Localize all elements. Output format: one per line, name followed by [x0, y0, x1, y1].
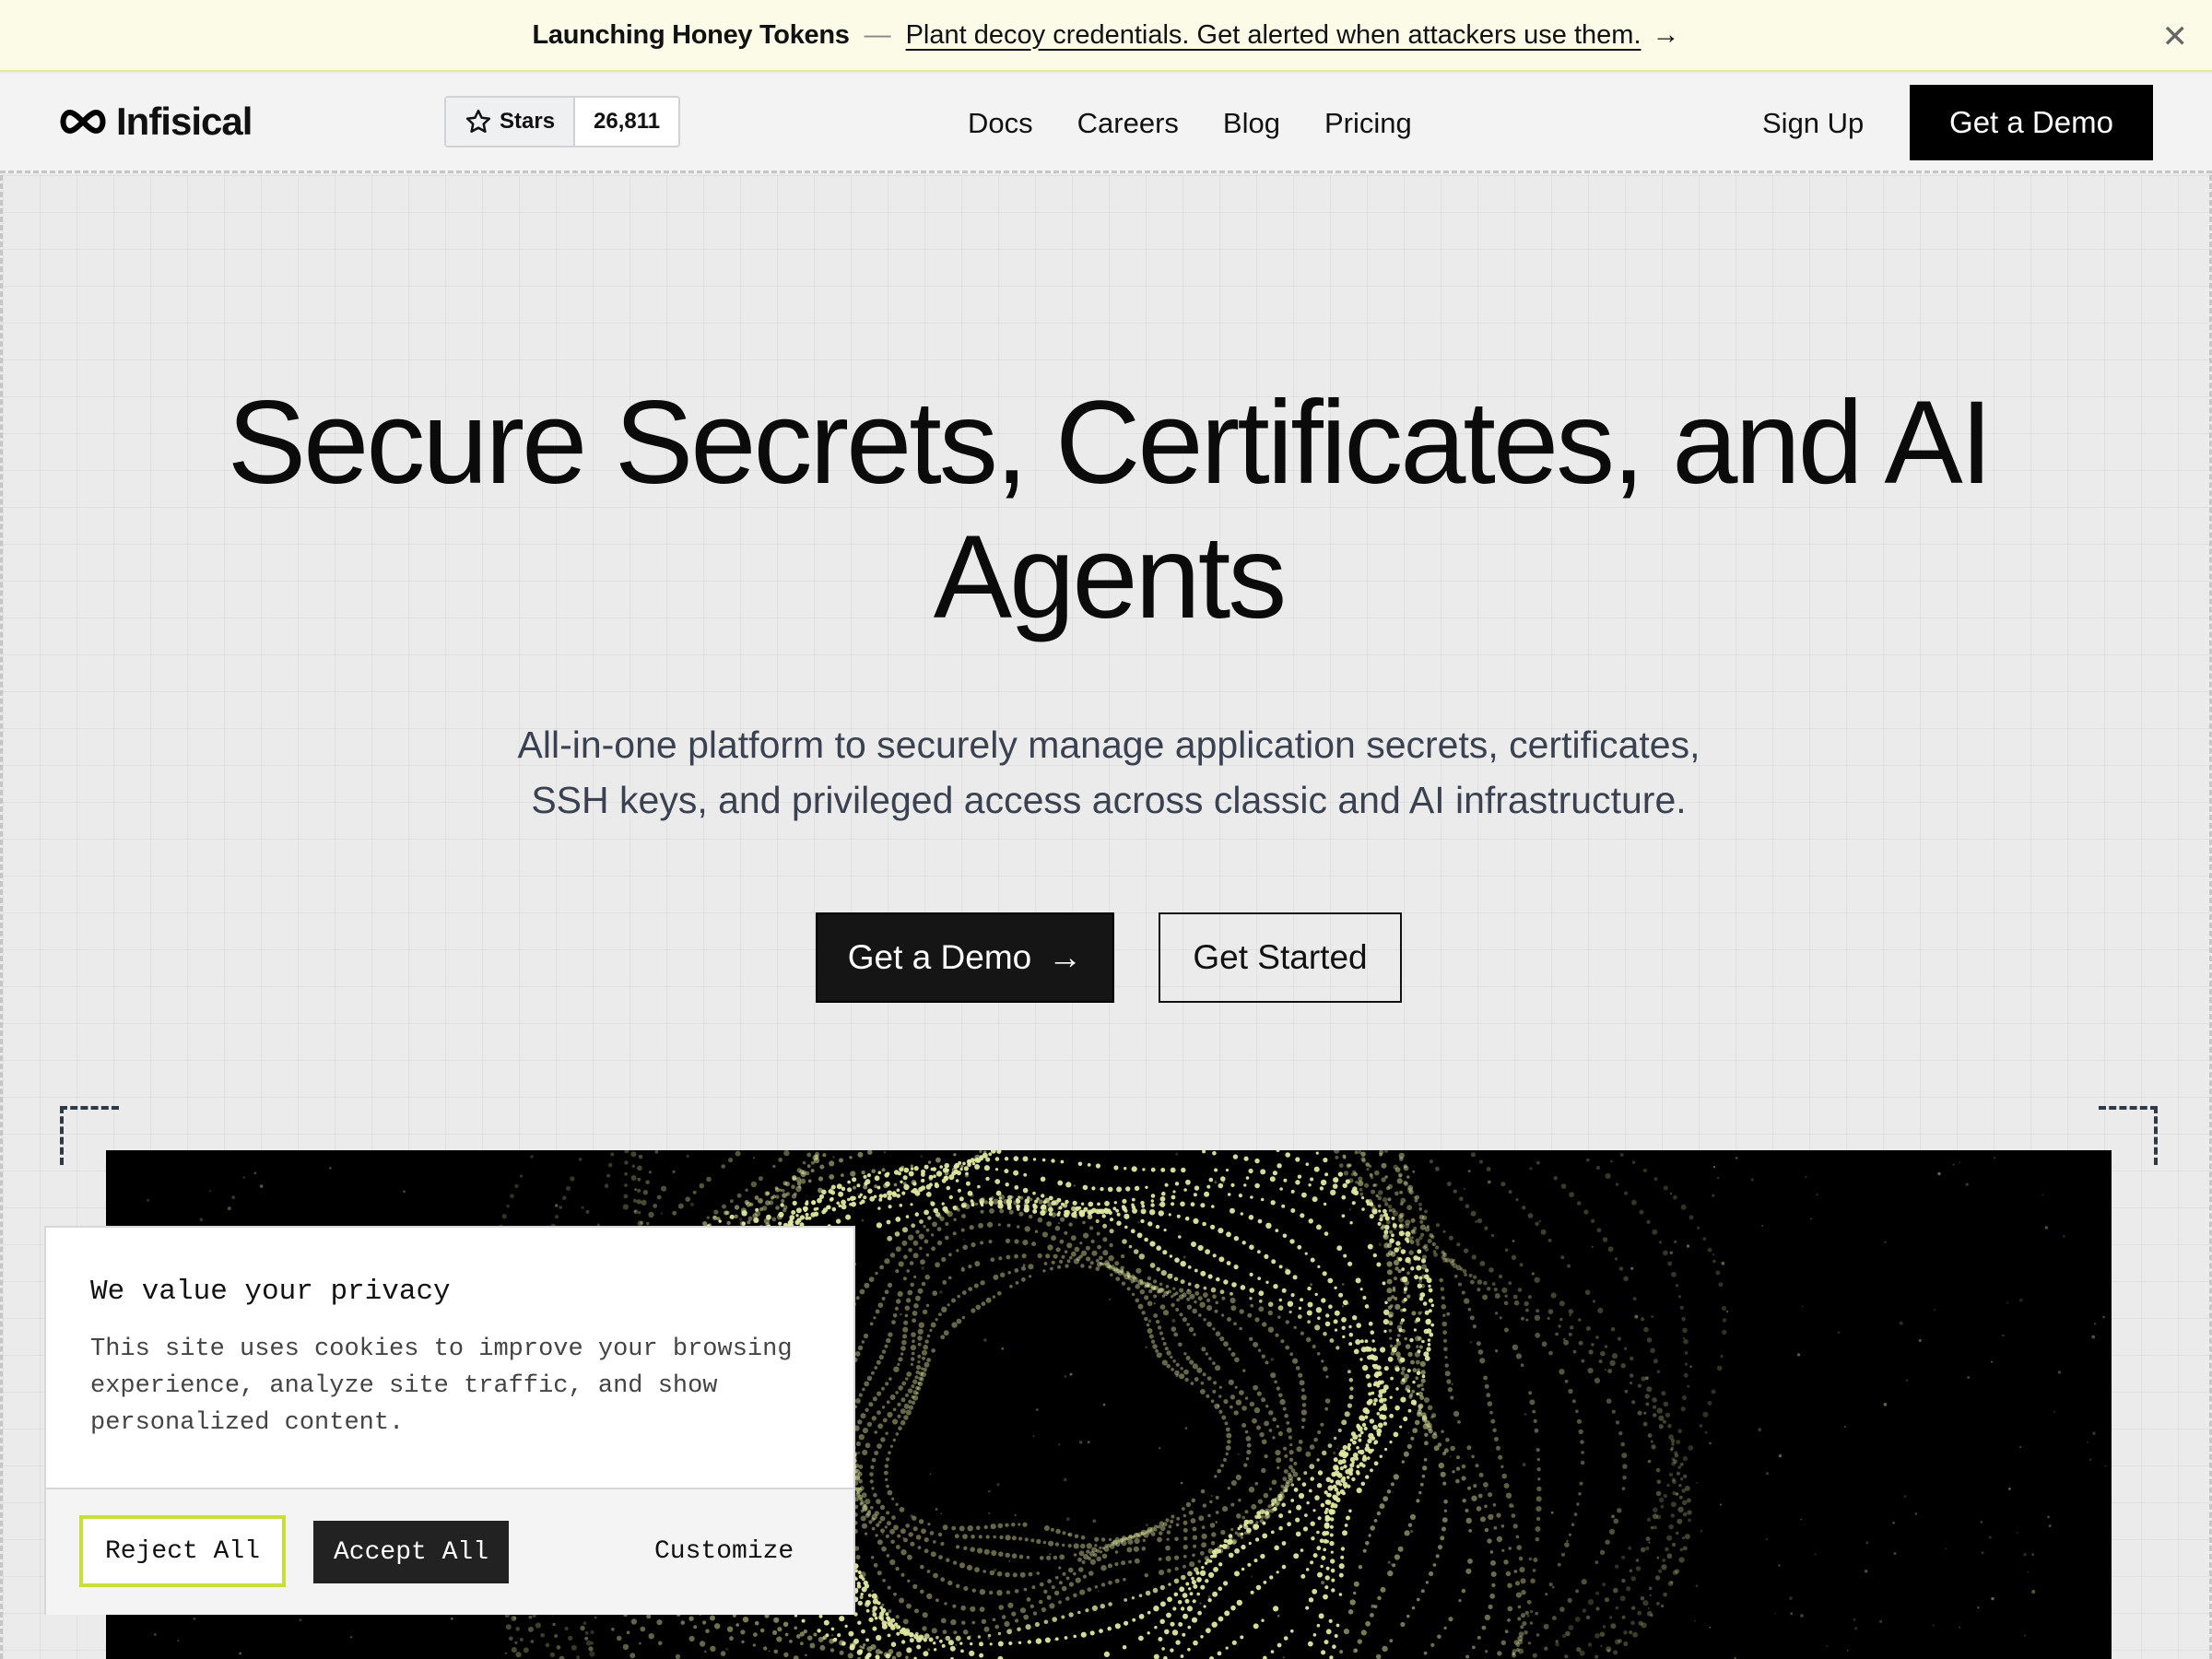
sign-up-link[interactable]: Sign Up [1762, 107, 1864, 140]
announcement-link[interactable]: Plant decoy credentials. Get alerted whe… [906, 20, 1641, 51]
customize-button[interactable]: Customize [654, 1537, 794, 1566]
arrow-right-icon: → [1048, 938, 1083, 976]
cookie-description: This site uses cookies to improve your b… [90, 1335, 793, 1437]
stars-label: Stars [500, 109, 556, 134]
headline-line-1: Secure Secrets, Certificates, and AI [227, 377, 1993, 509]
hero-subtitle: All-in-one platform to securely manage a… [371, 717, 1846, 828]
logo[interactable]: Infisical [57, 94, 253, 149]
cookie-actions: Reject All Accept All Customize [46, 1488, 853, 1615]
stars-button[interactable]: Stars [446, 98, 576, 146]
subtitle-line-1: All-in-one platform to securely manage a… [517, 724, 1700, 766]
accept-all-button[interactable]: Accept All [313, 1521, 509, 1583]
get-a-demo-label: Get a Demo [847, 938, 1032, 976]
cookie-consent-dialog: We value your privacy This site uses coo… [44, 1226, 855, 1615]
nav-link-pricing[interactable]: Pricing [1324, 107, 1412, 140]
star-icon [465, 109, 491, 133]
stars-count[interactable]: 26,811 [575, 98, 678, 146]
cookie-title: We value your privacy [90, 1276, 451, 1308]
reject-all-button[interactable]: Reject All [79, 1515, 286, 1587]
hero-headline: Secure Secrets, Certificates, and AI Age… [3, 376, 2212, 645]
infinity-icon [60, 109, 106, 135]
subtitle-line-2: SSH keys, and privileged access across c… [531, 779, 1687, 821]
arrow-right-icon[interactable]: → [1653, 19, 1680, 51]
get-a-demo-nav-button[interactable]: Get a Demo [1910, 85, 2153, 160]
announcement-bar: Launching Honey Tokens — Plant decoy cre… [0, 0, 2212, 72]
navbar: Infisical Stars 26,811 Docs Careers Blog… [0, 74, 2212, 173]
nav-link-docs[interactable]: Docs [968, 107, 1033, 140]
announcement-title: Launching Honey Tokens [532, 19, 850, 50]
github-stars-widget[interactable]: Stars 26,811 [444, 96, 681, 147]
nav-link-careers[interactable]: Careers [1077, 107, 1179, 140]
get-a-demo-button[interactable]: Get a Demo → [816, 912, 1114, 1003]
announcement-separator: — [864, 19, 891, 50]
nav-links: Docs Careers Blog Pricing [968, 107, 1412, 140]
close-icon[interactable]: ✕ [2162, 18, 2189, 55]
headline-line-2: Agents [933, 512, 1287, 643]
nav-link-blog[interactable]: Blog [1223, 107, 1280, 140]
brand-name: Infisical [116, 100, 253, 143]
get-started-button[interactable]: Get Started [1159, 912, 1402, 1003]
